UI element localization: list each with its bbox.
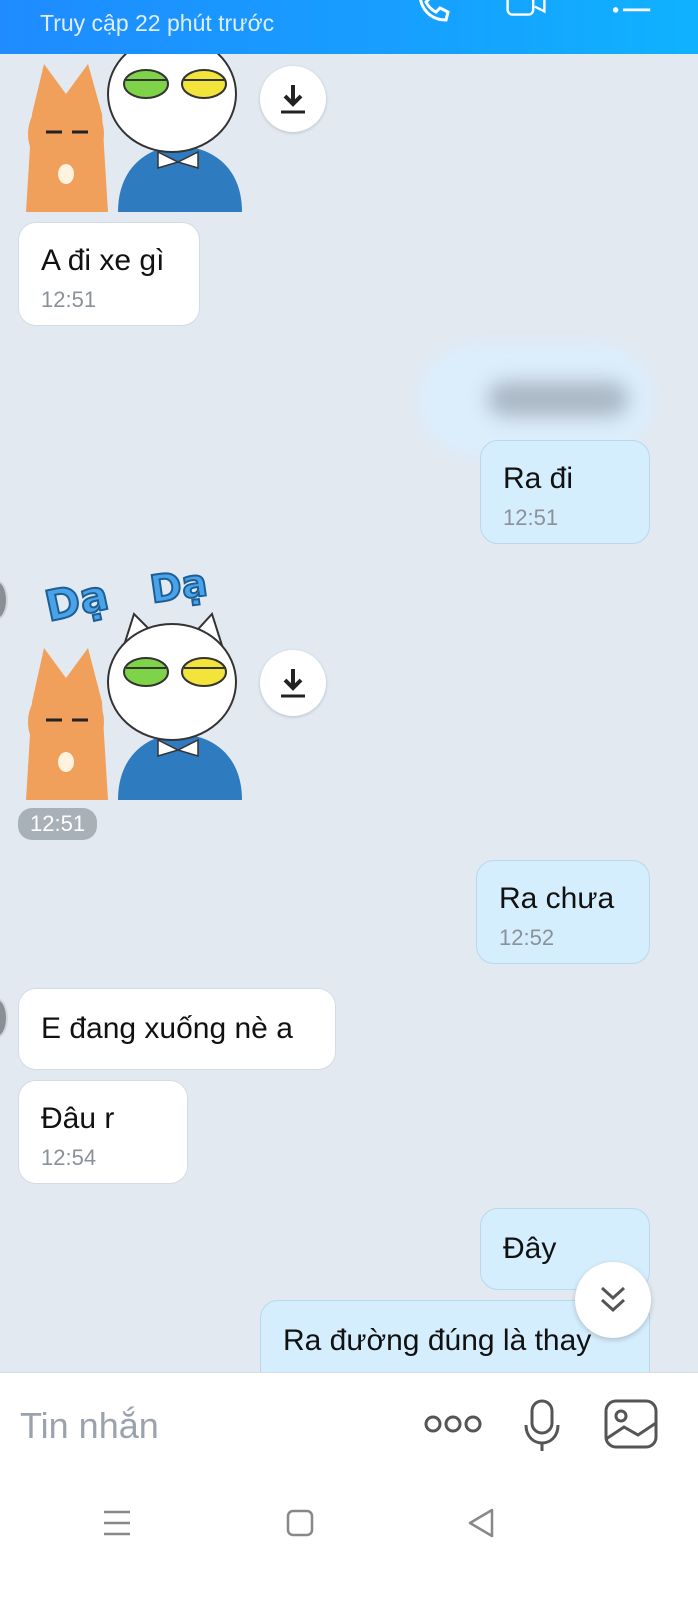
- message-incoming[interactable]: E đang xuống nè a: [18, 988, 336, 1070]
- sticker-cat-fox[interactable]: [22, 54, 262, 212]
- download-sticker-button[interactable]: [260, 66, 326, 132]
- avatar[interactable]: [0, 998, 8, 1038]
- more-options-icon[interactable]: [424, 1413, 482, 1435]
- message-time: 12:54: [41, 1145, 97, 1170]
- message-time: 12:51: [41, 287, 97, 312]
- back-icon[interactable]: [466, 1506, 496, 1540]
- message-outgoing[interactable]: Ra đi 12:51: [480, 440, 650, 544]
- home-icon[interactable]: [286, 1506, 314, 1540]
- sticker-text-da-2: Dạ: [147, 566, 210, 612]
- sticker-time: 12:51: [18, 808, 98, 840]
- scroll-to-bottom-button[interactable]: [575, 1262, 651, 1338]
- menu-list-icon[interactable]: [612, 0, 652, 24]
- message-time: 12:52: [499, 925, 555, 950]
- message-text: Ra đi: [503, 462, 574, 495]
- avatar[interactable]: [0, 580, 8, 620]
- message-outgoing[interactable]: Ra chưa 12:52: [476, 860, 650, 964]
- message-time: 12:51: [503, 505, 559, 530]
- message-text: Đây: [503, 1232, 557, 1265]
- message-incoming[interactable]: A đi xe gì 12:51: [18, 222, 200, 326]
- message-composer: Tin nhắn: [0, 1372, 698, 1482]
- message-text: Ra đường đúng là thay: [283, 1324, 592, 1357]
- chat-header: Truy cập 22 phút trước: [0, 0, 698, 54]
- download-sticker-button[interactable]: [260, 650, 326, 716]
- message-incoming[interactable]: Đâu r 12:54: [18, 1080, 188, 1184]
- message-input[interactable]: Tin nhắn: [20, 1405, 159, 1447]
- message-list[interactable]: A đi xe gì 12:51 Ra đi 12:51 Dạ Dạ 12:51…: [0, 54, 698, 1402]
- last-seen-status: Truy cập 22 phút trước: [40, 10, 275, 36]
- message-text: E đang xuống nè a: [41, 1012, 293, 1045]
- system-navigation-bar: [0, 1482, 698, 1600]
- message-text: A đi xe gì: [41, 244, 165, 277]
- microphone-icon[interactable]: [524, 1399, 560, 1453]
- sticker-cat-fox-da[interactable]: Dạ Dạ: [22, 559, 262, 800]
- image-icon[interactable]: [604, 1399, 658, 1449]
- video-call-icon[interactable]: [506, 0, 546, 24]
- chat-screen: Truy cập 22 phút trước A đi xe gì 12:51 …: [0, 0, 698, 1600]
- sticker-text-da-1: Dạ: [41, 570, 113, 631]
- message-text: Ra chưa: [499, 882, 615, 915]
- recent-apps-icon[interactable]: [102, 1506, 132, 1540]
- phone-icon[interactable]: [412, 0, 452, 24]
- message-text: Đâu r: [41, 1102, 115, 1135]
